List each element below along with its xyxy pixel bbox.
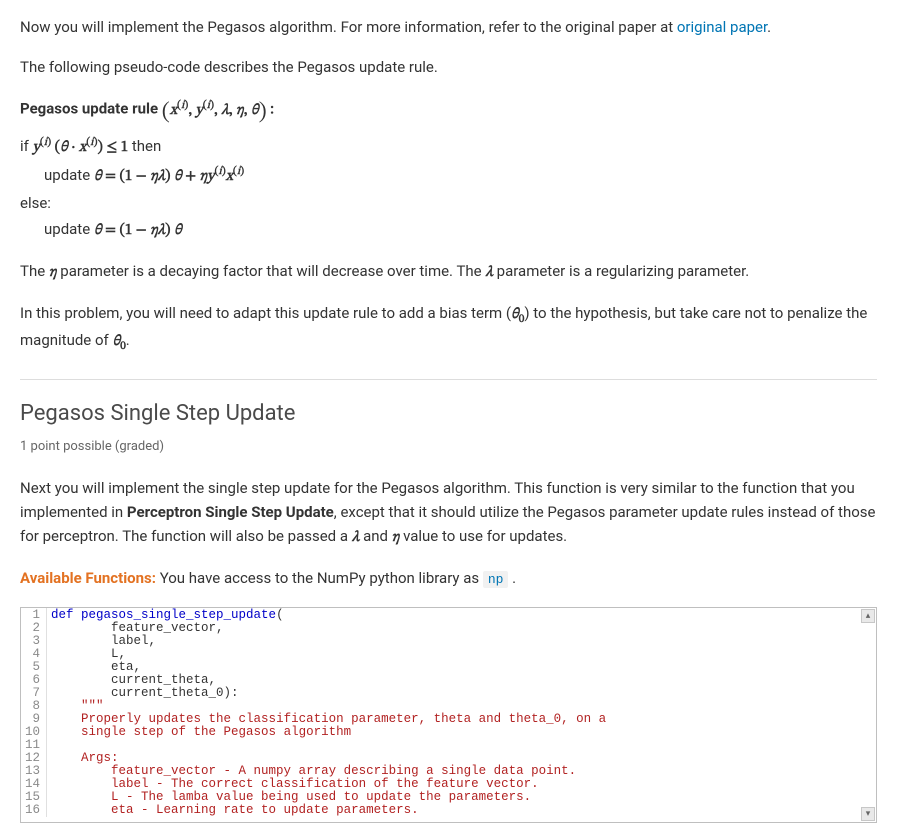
theta0-symbol-b: θ0	[112, 334, 125, 349]
line-number: 13	[25, 765, 40, 778]
code-line: L,	[51, 648, 870, 661]
line-number: 12	[25, 752, 40, 765]
points-possible: 1 point possible (graded)	[20, 437, 877, 458]
code-line: eta,	[51, 661, 870, 674]
line-number: 8	[25, 700, 40, 713]
original-paper-link[interactable]: original paper	[677, 18, 767, 36]
rule-title: Pegasos update rule (x(i), y(i), λ, η, θ…	[20, 95, 877, 131]
rule-update-b: update θ = (1 − ηλ) θ	[20, 217, 877, 243]
rule-title-label: Pegasos update rule	[20, 100, 158, 118]
line-number: 6	[25, 674, 40, 687]
intro-text-1a: Now you will implement the Pegasos algor…	[20, 18, 677, 36]
code-line: current_theta,	[51, 674, 870, 687]
available-functions-label: Available Functions:	[20, 569, 156, 587]
line-number: 16	[25, 804, 40, 817]
code-line: def pegasos_single_step_update(	[51, 609, 870, 622]
pegasos-update-rule-block: Pegasos update rule (x(i), y(i), λ, η, θ…	[20, 95, 877, 243]
rule-update-a: update θ = (1 − ηλ) θ + ηy(i)x(i)	[20, 162, 877, 189]
scroll-up-icon[interactable]: ▴	[861, 609, 875, 623]
scroll-down-icon[interactable]: ▾	[861, 807, 875, 821]
intro-paragraph-1: Now you will implement the Pegasos algor…	[20, 15, 877, 39]
rule-else: else:	[20, 191, 877, 215]
line-number: 14	[25, 778, 40, 791]
divider	[20, 379, 877, 380]
line-number: 4	[25, 648, 40, 661]
section-title: Pegasos Single Step Update	[20, 396, 877, 431]
lambda-symbol: λ	[485, 265, 493, 280]
line-number: 2	[25, 622, 40, 635]
rule-args: x(i), y(i), λ, η, θ	[170, 103, 259, 118]
line-number: 1	[25, 609, 40, 622]
section-paragraph: Next you will implement the single step …	[20, 476, 877, 550]
code-editor[interactable]: ▴ ▾ 12345678910111213141516 def pegasos_…	[20, 607, 877, 823]
perceptron-ref: Perceptron Single Step Update	[127, 503, 334, 521]
np-code: np	[483, 571, 509, 588]
rule-colon: :	[267, 103, 274, 118]
line-number: 3	[25, 635, 40, 648]
code-line: feature_vector,	[51, 622, 870, 635]
line-number: 10	[25, 726, 40, 739]
eta-symbol: η	[49, 265, 57, 280]
intro-text-1b: .	[767, 18, 771, 36]
theta0-symbol-a: θ0	[511, 307, 524, 322]
line-number: 11	[25, 739, 40, 752]
explain-paragraph-1: The η parameter is a decaying factor tha…	[20, 259, 877, 285]
code-line: single step of the Pegasos algorithm	[51, 726, 870, 739]
line-number: 5	[25, 661, 40, 674]
line-number: 15	[25, 791, 40, 804]
lparen-icon: (	[162, 102, 170, 124]
line-number: 7	[25, 687, 40, 700]
code-gutter: 12345678910111213141516	[21, 608, 47, 817]
rule-if-cond: y(i) (θ · x(i)) ≤ 1	[33, 140, 129, 155]
intro-paragraph-2: The following pseudo-code describes the …	[20, 55, 877, 79]
rule-if-line: if y(i) (θ · x(i)) ≤ 1 then	[20, 133, 877, 160]
code-line: label,	[51, 635, 870, 648]
rule-update-a-body: θ = (1 − ηλ) θ + ηy(i)x(i)	[94, 169, 244, 184]
code-body[interactable]: def pegasos_single_step_update( feature_…	[47, 608, 876, 817]
explain-paragraph-2: In this problem, you will need to adapt …	[20, 301, 877, 355]
rule-update-b-body: θ = (1 − ηλ) θ	[94, 223, 182, 238]
rparen-icon: )	[259, 102, 267, 124]
line-number: 9	[25, 713, 40, 726]
code-line	[51, 739, 870, 752]
code-line: current_theta_0):	[51, 687, 870, 700]
available-functions: Available Functions: You have access to …	[20, 566, 877, 591]
code-line: eta - Learning rate to update parameters…	[51, 804, 870, 817]
